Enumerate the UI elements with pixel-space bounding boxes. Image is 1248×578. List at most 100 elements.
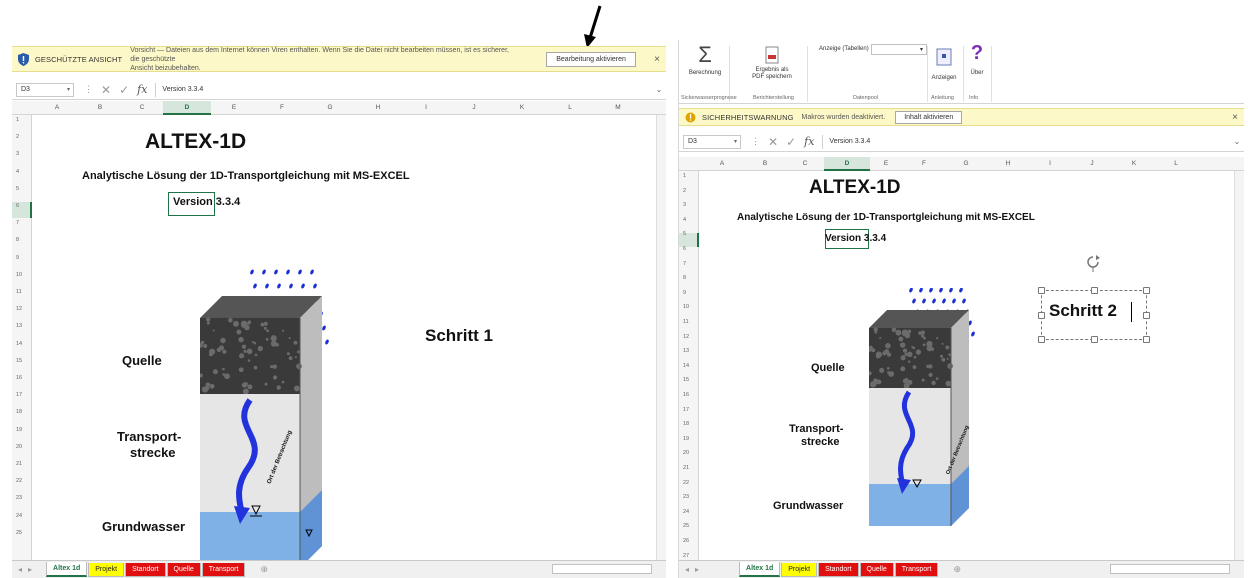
insert-function-icon[interactable]: fx	[804, 135, 814, 148]
step-label[interactable]: Schritt 2	[1049, 301, 1117, 321]
about-button[interactable]: ? Über	[967, 42, 987, 77]
show-button[interactable]: Anzeigen	[929, 48, 959, 82]
tab-standort[interactable]: Standort	[818, 562, 859, 577]
row-header[interactable]: 4	[683, 217, 686, 223]
resize-handle[interactable]	[1038, 287, 1045, 294]
tab-transport[interactable]: Transport	[894, 562, 939, 577]
horizontal-scrollbar[interactable]	[552, 564, 652, 574]
row-header[interactable]: 21	[16, 461, 22, 467]
row-header[interactable]: 16	[683, 392, 689, 398]
tab-quelle[interactable]: Quelle	[859, 562, 894, 577]
row-header[interactable]: 15	[683, 377, 689, 383]
row-header[interactable]: 3	[683, 202, 686, 208]
row-header[interactable]: 22	[16, 478, 22, 484]
row-header[interactable]: 6	[16, 203, 19, 209]
next-sheet-icon[interactable]: ▸	[28, 565, 32, 574]
calculate-button[interactable]: Σ Berechnung	[685, 44, 725, 77]
add-sheet-icon[interactable]: ⊕	[260, 564, 268, 575]
chevron-down-icon[interactable]: ▾	[67, 86, 70, 93]
resize-handle[interactable]	[1091, 336, 1098, 343]
enable-editing-button[interactable]: Bearbeitung aktivieren	[546, 51, 636, 67]
column-header[interactable]: B	[80, 104, 120, 111]
formula-input[interactable]: Version 3.3.4	[155, 82, 652, 97]
prev-sheet-icon[interactable]: ◂	[685, 565, 689, 574]
row-header[interactable]: 14	[16, 341, 22, 347]
column-header[interactable]: H	[987, 160, 1029, 167]
column-header[interactable]: H	[354, 104, 402, 111]
row-header[interactable]: 1	[683, 173, 686, 179]
column-header[interactable]: E	[869, 160, 903, 167]
column-header[interactable]: F	[903, 160, 945, 167]
row-header[interactable]: 8	[16, 237, 19, 243]
row-header[interactable]: 23	[683, 494, 689, 500]
resize-handle[interactable]	[1038, 336, 1045, 343]
column-header[interactable]: C	[785, 160, 825, 167]
save-pdf-button[interactable]: Ergebnis als PDF speichern	[749, 46, 795, 81]
row-header[interactable]: 4	[16, 169, 19, 175]
column-header[interactable]: B	[745, 160, 785, 167]
row-header[interactable]: 17	[16, 392, 22, 398]
column-header-selected[interactable]: D	[825, 160, 869, 167]
row-header[interactable]: 12	[16, 306, 22, 312]
column-header[interactable]: G	[945, 160, 987, 167]
formula-input[interactable]: Version 3.3.4	[822, 134, 1230, 149]
close-icon[interactable]: ×	[1232, 112, 1238, 123]
column-header[interactable]: M	[594, 104, 642, 111]
row-header[interactable]: 24	[683, 509, 689, 515]
display-tables-dropdown[interactable]: ▾	[871, 44, 927, 55]
cancel-icon[interactable]: ✕	[101, 83, 111, 97]
row-header[interactable]: 22	[683, 480, 689, 486]
row-header[interactable]: 8	[683, 275, 686, 281]
row-header[interactable]: 6	[683, 246, 686, 252]
tab-quelle[interactable]: Quelle	[166, 562, 201, 577]
resize-handle[interactable]	[1143, 336, 1150, 343]
row-header[interactable]: 10	[683, 304, 689, 310]
column-header[interactable]: A	[699, 160, 745, 167]
row-header[interactable]: 13	[683, 348, 689, 354]
expand-formula-bar-icon[interactable]: ⌄	[652, 85, 666, 94]
row-header[interactable]: 21	[683, 465, 689, 471]
tab-altex-1d[interactable]: Altex 1d	[46, 562, 88, 577]
row-header[interactable]: 7	[16, 220, 19, 226]
row-header[interactable]: 25	[16, 530, 22, 536]
close-icon[interactable]: ×	[654, 54, 660, 65]
row-header[interactable]: 19	[683, 436, 689, 442]
row-header[interactable]: 9	[683, 290, 686, 296]
name-box[interactable]: D3 ▾	[683, 134, 741, 149]
rotate-handle-icon[interactable]	[1085, 254, 1101, 272]
row-header[interactable]: 10	[16, 272, 22, 278]
column-header-selected[interactable]: D	[164, 104, 210, 111]
horizontal-scrollbar[interactable]	[1110, 564, 1230, 574]
column-header[interactable]: A	[34, 104, 80, 111]
tab-altex-1d[interactable]: Altex 1d	[739, 562, 781, 577]
cancel-icon[interactable]: ✕	[768, 135, 778, 149]
row-header[interactable]: 12	[683, 334, 689, 340]
tab-standort[interactable]: Standort	[125, 562, 166, 577]
row-header[interactable]: 13	[16, 323, 22, 329]
row-header[interactable]: 26	[683, 538, 689, 544]
column-header[interactable]: L	[546, 104, 594, 111]
row-header[interactable]: 14	[683, 363, 689, 369]
row-header[interactable]: 3	[16, 151, 19, 157]
row-header[interactable]: 20	[16, 444, 22, 450]
add-sheet-icon[interactable]: ⊕	[953, 564, 961, 575]
tab-projekt[interactable]: Projekt	[781, 562, 818, 577]
column-header[interactable]: G	[306, 104, 354, 111]
column-header[interactable]: L	[1155, 160, 1197, 167]
insert-function-icon[interactable]: fx	[137, 83, 147, 96]
row-header[interactable]: 11	[683, 319, 689, 325]
row-header[interactable]: 11	[16, 289, 22, 295]
row-header[interactable]: 9	[16, 255, 19, 261]
row-header[interactable]: 5	[16, 186, 19, 192]
row-header[interactable]: 24	[16, 513, 22, 519]
enable-content-button[interactable]: Inhalt aktivieren	[895, 110, 963, 124]
row-header[interactable]: 27	[683, 553, 689, 559]
row-header[interactable]: 17	[683, 407, 689, 413]
row-header[interactable]: 18	[683, 421, 689, 427]
row-header[interactable]: 7	[683, 261, 686, 267]
row-header[interactable]: 18	[16, 409, 22, 415]
tab-projekt[interactable]: Projekt	[88, 562, 125, 577]
column-header[interactable]: E	[210, 104, 258, 111]
column-header[interactable]: F	[258, 104, 306, 111]
row-header[interactable]: 16	[16, 375, 22, 381]
